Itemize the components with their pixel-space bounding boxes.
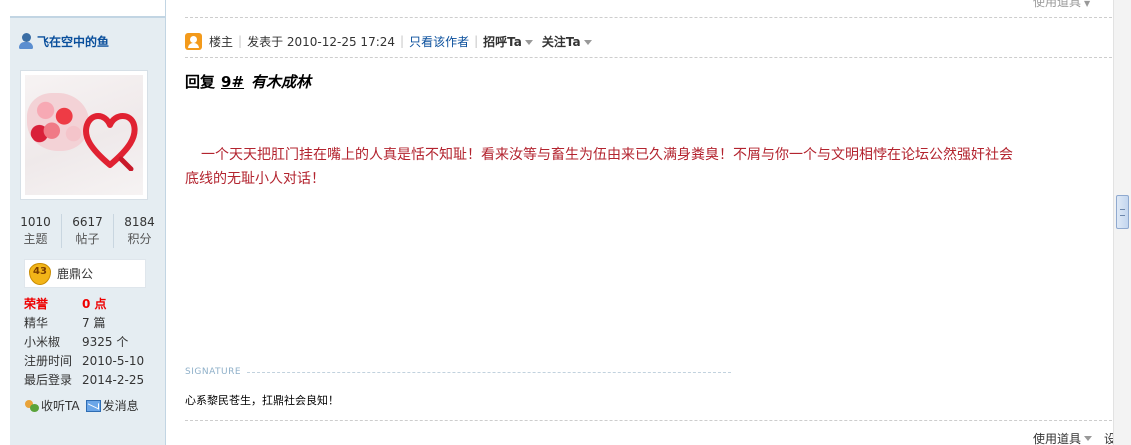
- user-info: 荣誉 0 点 精华 7 篇 小米椒 9325 个 注册时间 2010-5-10 …: [24, 294, 144, 389]
- envelope-icon: [85, 399, 101, 412]
- post-content: 一个天天把肛门挂在嘴上的人真是恬不知耻！看来汝等与畜生为伍由来已久满身粪臭！不屑…: [185, 143, 1113, 191]
- user-panel: 飞在空中的鱼 1010 主题 6617 帖子 8184 积分 43 鹿鼎公 荣誉…: [10, 16, 165, 445]
- avatar[interactable]: [20, 70, 148, 200]
- panel-divider: [165, 0, 166, 445]
- post-text-line: 一个天天把肛门挂在嘴上的人真是恬不知耻！看来汝等与畜生为伍由来已久满身粪臭！不屑…: [201, 147, 1013, 163]
- rank-title: 鹿鼎公: [57, 267, 94, 281]
- caret-down-icon: [524, 39, 533, 45]
- signature-label: SIGNATURE: [185, 367, 242, 377]
- medal-level: 43: [33, 265, 47, 277]
- divider: [185, 420, 1112, 421]
- info-row-last-login: 最后登录 2014-2-25: [24, 372, 145, 388]
- greet-button[interactable]: 招呼Ta: [483, 33, 533, 50]
- op-label: 楼主: [209, 34, 234, 49]
- info-row-pepper: 小米椒 9325 个: [24, 335, 129, 349]
- divider: [185, 17, 1112, 18]
- reply-title: 回复 9# 有木成林: [185, 73, 312, 91]
- top-use-tools-menu[interactable]: 使用道具 ▼: [1033, 0, 1090, 10]
- caret-down-icon: [583, 39, 592, 45]
- follow-icon: [24, 399, 39, 412]
- stat-threads[interactable]: 1010 主题: [10, 214, 62, 248]
- post-text-line: 底线的无耻小人对话！: [185, 171, 325, 187]
- author-only-link[interactable]: 只看该作者: [409, 33, 469, 50]
- info-row-digest: 精华 7 篇: [24, 316, 106, 330]
- signature-divider: SIGNATURE: [185, 367, 732, 377]
- bottom-use-tools-menu[interactable]: 使用道具 设: [1033, 430, 1116, 445]
- user-icon: [18, 33, 34, 50]
- chevron-down-icon: ▼: [1084, 0, 1091, 8]
- username-row[interactable]: 飞在空中的鱼: [18, 33, 109, 50]
- stat-points[interactable]: 8184 积分: [114, 214, 165, 248]
- username[interactable]: 飞在空中的鱼: [37, 33, 109, 50]
- original-poster-icon: [185, 32, 202, 50]
- quoted-author: 有木成林: [251, 73, 312, 91]
- user-actions: 收听TA 发消息: [24, 397, 145, 414]
- post-time: 发表于 2010-12-25 17:24: [247, 34, 396, 49]
- info-row-honor: 荣誉 0 点: [24, 297, 107, 311]
- stat-posts[interactable]: 6617 帖子: [62, 214, 114, 248]
- rose-bouquet-graphic: [27, 93, 89, 151]
- floor-link[interactable]: 9#: [221, 73, 244, 91]
- avatar-image: [25, 75, 143, 195]
- user-stats: 1010 主题 6617 帖子 8184 积分: [10, 214, 165, 248]
- follow-ta-button[interactable]: 关注Ta: [542, 33, 592, 50]
- info-row-registered: 注册时间 2010-5-10: [24, 353, 145, 369]
- send-message-button[interactable]: 发消息: [85, 397, 139, 414]
- rank-badge[interactable]: 43 鹿鼎公: [24, 259, 146, 288]
- divider: [185, 57, 1112, 58]
- scrollbar-thumb[interactable]: [1116, 195, 1129, 229]
- signature-text: 心系黎民苍生，扛鼎社会良知！: [185, 394, 339, 407]
- heart-graphic: [83, 113, 138, 171]
- medal-icon: 43: [29, 262, 51, 285]
- caret-down-icon: [1084, 436, 1093, 441]
- post-header: 楼主 | 发表于 2010-12-25 17:24 | 只看该作者 | 招呼Ta…: [185, 32, 592, 50]
- follow-button[interactable]: 收听TA: [24, 397, 80, 414]
